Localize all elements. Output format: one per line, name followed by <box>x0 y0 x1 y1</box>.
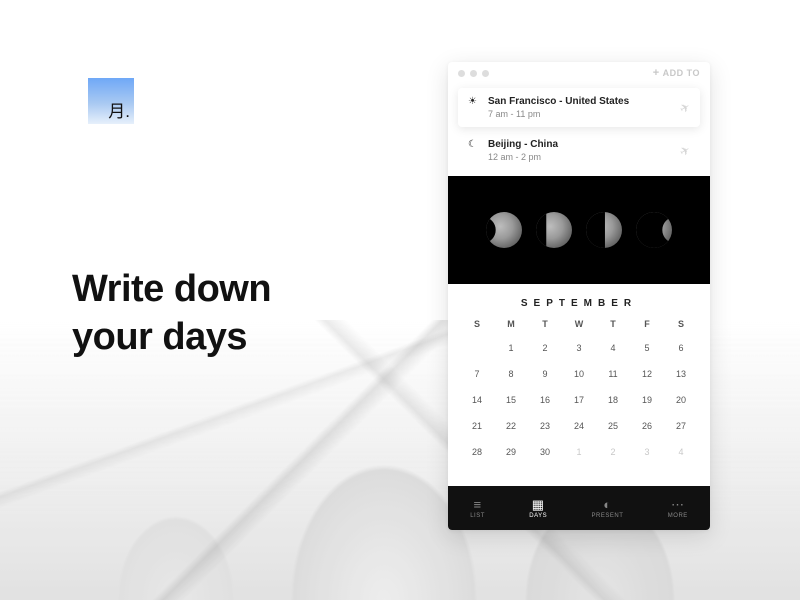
dow-header: T <box>596 319 630 329</box>
tab-more[interactable]: ⋯ MORE <box>668 498 688 519</box>
calendar-day[interactable]: 1 <box>562 445 596 459</box>
moon-phase-strip <box>448 176 710 284</box>
calendar-day[interactable]: 5 <box>630 341 664 355</box>
app-window: + ADD TO ☀ San Francisco - United States… <box>448 62 710 530</box>
calendar-day[interactable]: 11 <box>596 367 630 381</box>
moon-phase-1 <box>486 212 522 248</box>
minimize-dot[interactable] <box>470 70 477 77</box>
calendar-day[interactable]: 14 <box>460 393 494 407</box>
calendar-grid: SMTWTFS123456789101112131415161718192021… <box>460 319 698 459</box>
calendar-day[interactable]: 28 <box>460 445 494 459</box>
calendar-day[interactable]: 4 <box>596 341 630 355</box>
location-card-primary[interactable]: ☀ San Francisco - United States 7 am - 1… <box>458 88 700 127</box>
calendar-day[interactable]: 23 <box>528 419 562 433</box>
app-logo: 月. <box>88 78 134 124</box>
add-to-label: ADD TO <box>663 68 700 78</box>
calendar-day[interactable]: 24 <box>562 419 596 433</box>
calendar-day[interactable]: 25 <box>596 419 630 433</box>
present-icon: ◐ <box>603 498 611 511</box>
calendar-day[interactable]: 16 <box>528 393 562 407</box>
calendar-day[interactable]: 15 <box>494 393 528 407</box>
dow-header: W <box>562 319 596 329</box>
moon-phase-2 <box>536 212 572 248</box>
traffic-lights[interactable] <box>458 70 489 77</box>
calendar: SEPTEMBER SMTWTFS12345678910111213141516… <box>448 284 710 486</box>
tab-label: MORE <box>668 513 688 519</box>
calendar-day[interactable]: 6 <box>664 341 698 355</box>
location-time: 12 am - 2 pm <box>488 152 558 162</box>
location-name: Beijing - China <box>488 139 558 150</box>
calendar-day[interactable]: 21 <box>460 419 494 433</box>
calendar-day <box>460 341 494 355</box>
location-time: 7 am - 11 pm <box>488 109 629 119</box>
calendar-day[interactable]: 3 <box>630 445 664 459</box>
calendar-day[interactable]: 19 <box>630 393 664 407</box>
moon-phase-3 <box>586 212 622 248</box>
calendar-day[interactable]: 4 <box>664 445 698 459</box>
headline-line1: Write down <box>72 266 271 314</box>
locations-panel: ☀ San Francisco - United States 7 am - 1… <box>448 84 710 176</box>
calendar-day[interactable]: 26 <box>630 419 664 433</box>
moon-icon: ☾ <box>468 139 480 150</box>
tab-days[interactable]: ▦ DAYS <box>529 498 547 519</box>
calendar-day[interactable]: 18 <box>596 393 630 407</box>
tab-label: LIST <box>470 513 485 519</box>
add-to-button[interactable]: + ADD TO <box>653 68 700 79</box>
month-label: SEPTEMBER <box>460 298 698 309</box>
calendar-day[interactable]: 1 <box>494 341 528 355</box>
tab-label: PRESENT <box>592 513 624 519</box>
plane-icon: ✈ <box>677 142 693 159</box>
dow-header: S <box>460 319 494 329</box>
sun-icon: ☀ <box>468 96 480 107</box>
calendar-day[interactable]: 22 <box>494 419 528 433</box>
list-icon: ≡ <box>473 498 481 511</box>
calendar-day[interactable]: 7 <box>460 367 494 381</box>
calendar-day[interactable]: 8 <box>494 367 528 381</box>
calendar-day[interactable]: 10 <box>562 367 596 381</box>
dow-header: T <box>528 319 562 329</box>
dow-header: F <box>630 319 664 329</box>
calendar-day[interactable]: 20 <box>664 393 698 407</box>
calendar-day[interactable]: 2 <box>596 445 630 459</box>
days-icon: ▦ <box>532 498 545 511</box>
tab-label: DAYS <box>529 513 547 519</box>
logo-text: 月. <box>108 97 130 122</box>
location-name: San Francisco - United States <box>488 96 629 107</box>
bottom-tabbar: ≡ LIST ▦ DAYS ◐ PRESENT ⋯ MORE <box>448 486 710 530</box>
tab-present[interactable]: ◐ PRESENT <box>592 498 624 519</box>
plus-icon: + <box>653 68 660 79</box>
calendar-day[interactable]: 27 <box>664 419 698 433</box>
calendar-day[interactable]: 17 <box>562 393 596 407</box>
more-icon: ⋯ <box>671 498 685 511</box>
plane-icon: ✈ <box>677 99 693 116</box>
calendar-day[interactable]: 3 <box>562 341 596 355</box>
headline-line2: your days <box>72 314 271 362</box>
tab-list[interactable]: ≡ LIST <box>470 498 485 519</box>
location-card-secondary[interactable]: ☾ Beijing - China 12 am - 2 pm ✈ <box>458 131 700 170</box>
calendar-day[interactable]: 12 <box>630 367 664 381</box>
calendar-day[interactable]: 13 <box>664 367 698 381</box>
window-titlebar: + ADD TO <box>448 62 710 84</box>
dow-header: S <box>664 319 698 329</box>
headline: Write down your days <box>72 266 271 361</box>
calendar-day[interactable]: 2 <box>528 341 562 355</box>
close-dot[interactable] <box>458 70 465 77</box>
dow-header: M <box>494 319 528 329</box>
calendar-day[interactable]: 30 <box>528 445 562 459</box>
moon-phase-4 <box>636 212 672 248</box>
zoom-dot[interactable] <box>482 70 489 77</box>
calendar-day[interactable]: 29 <box>494 445 528 459</box>
calendar-day[interactable]: 9 <box>528 367 562 381</box>
